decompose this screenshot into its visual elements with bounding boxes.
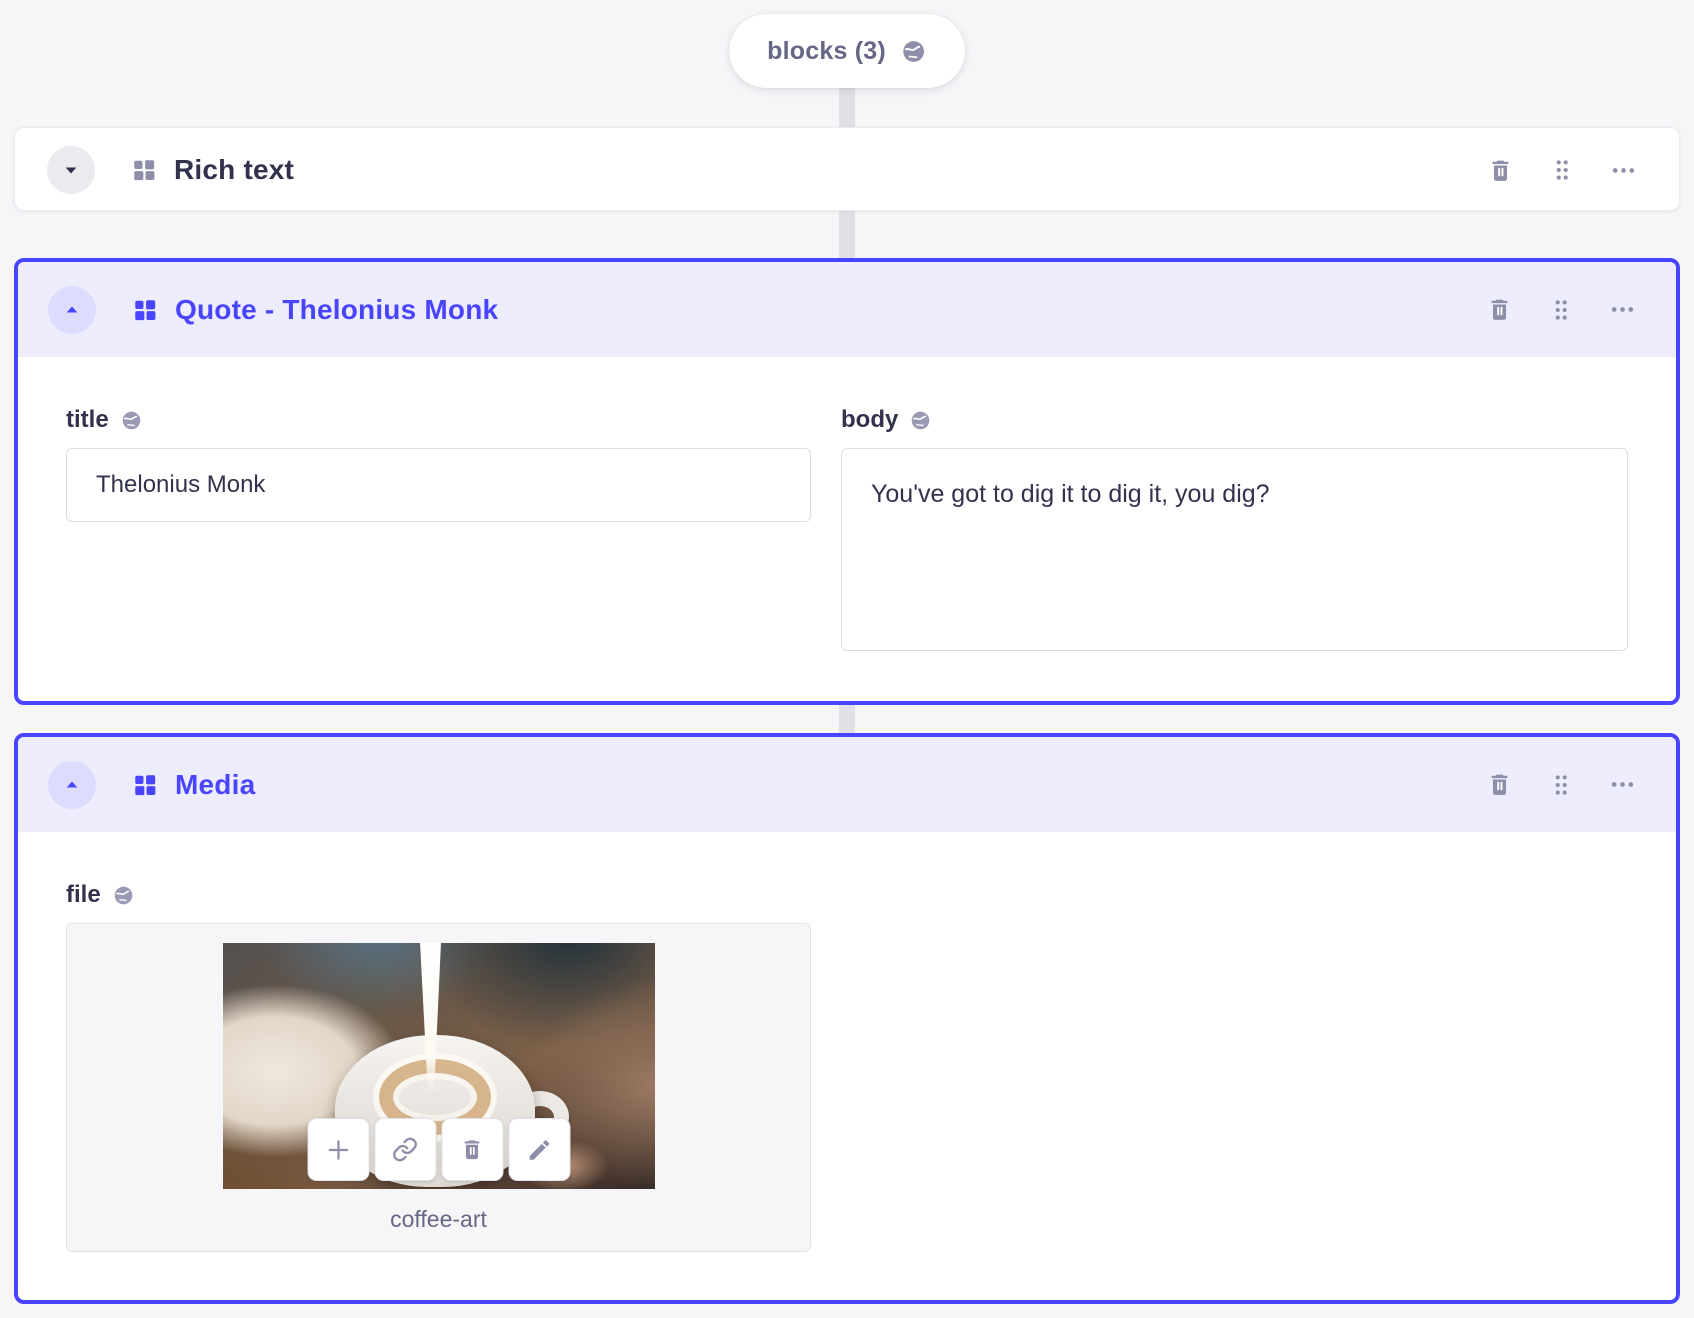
delete-media-button[interactable]: [441, 1118, 503, 1181]
drag-handle-icon: [1555, 774, 1567, 795]
collapse-toggle-button[interactable]: [48, 285, 96, 334]
more-icon: [1612, 167, 1635, 173]
trash-icon: [1492, 160, 1509, 181]
add-media-button[interactable]: [307, 1118, 369, 1181]
collapse-toggle-button[interactable]: [48, 760, 96, 809]
trash-icon: [464, 1140, 480, 1160]
more-actions-button[interactable]: [1609, 296, 1636, 323]
coffee-image: [222, 943, 655, 1189]
delete-block-button[interactable]: [1486, 771, 1513, 798]
caret-down-icon: [65, 167, 77, 174]
body-field: body You've got to dig it to dig it, you…: [841, 405, 1628, 651]
block-header: Rich text: [15, 128, 1679, 212]
body-textarea[interactable]: You've got to dig it to dig it, you dig?: [841, 448, 1628, 651]
more-icon: [1611, 307, 1634, 312]
block-title: Quote - Thelonius Monk: [175, 293, 499, 325]
media-filename: coffee-art: [390, 1206, 487, 1232]
block-card-rich-text: Rich text: [14, 127, 1680, 211]
drag-handle-icon: [1555, 299, 1567, 320]
component-grid-icon: [132, 297, 158, 323]
drag-handle[interactable]: [1548, 297, 1574, 323]
pencil-icon: [529, 1139, 549, 1160]
title-field: title: [66, 405, 811, 651]
blocks-count-label: blocks (3): [767, 36, 886, 65]
more-actions-button[interactable]: [1610, 157, 1637, 184]
trash-icon: [1491, 774, 1508, 795]
blocks-count-pill[interactable]: blocks (3): [729, 14, 965, 88]
block-title: Media: [175, 768, 256, 800]
block-card-quote: Quote - Thelonius Monk title Thelonius M…: [14, 258, 1680, 705]
link-icon: [393, 1137, 417, 1162]
block-title: Rich text: [174, 154, 295, 185]
delete-block-button[interactable]: [1486, 296, 1513, 323]
delete-block-button[interactable]: [1487, 157, 1514, 184]
globe-icon: [120, 409, 143, 432]
component-grid-icon: [132, 772, 158, 798]
block-header: Quote - Thelonius Monk: [18, 262, 1676, 357]
plus-icon: [328, 1139, 348, 1160]
dynamic-zone-editor: blocks (3) Rich text Quote - Thelonius M…: [0, 0, 1694, 1318]
title-input[interactable]: [66, 448, 811, 522]
drag-handle-icon: [1556, 160, 1568, 180]
globe-icon: [112, 884, 135, 907]
trash-icon: [1491, 299, 1508, 320]
edit-media-button[interactable]: [508, 1118, 570, 1181]
media-action-bar: [307, 1118, 570, 1181]
drag-handle[interactable]: [1549, 157, 1575, 183]
block-header: Media: [18, 737, 1676, 832]
media-file-field: coffee-art: [66, 923, 811, 1252]
drag-handle[interactable]: [1548, 772, 1574, 798]
component-grid-icon: [131, 157, 157, 183]
block-card-media: Media file coffee-art: [14, 733, 1680, 1304]
caret-up-icon: [66, 781, 78, 787]
body-field-label: body: [841, 406, 899, 433]
globe-icon: [909, 409, 932, 432]
expand-toggle-button[interactable]: [47, 146, 95, 194]
block-body: file coffee-art: [18, 832, 1676, 1252]
copy-link-button[interactable]: [374, 1118, 436, 1181]
file-field-label: file: [66, 881, 101, 908]
caret-up-icon: [66, 306, 78, 312]
globe-icon: [900, 38, 927, 65]
more-actions-button[interactable]: [1609, 771, 1636, 798]
block-body: title body You've got to dig it to dig i…: [18, 357, 1676, 651]
title-field-label: title: [66, 406, 109, 433]
more-icon: [1611, 782, 1634, 787]
